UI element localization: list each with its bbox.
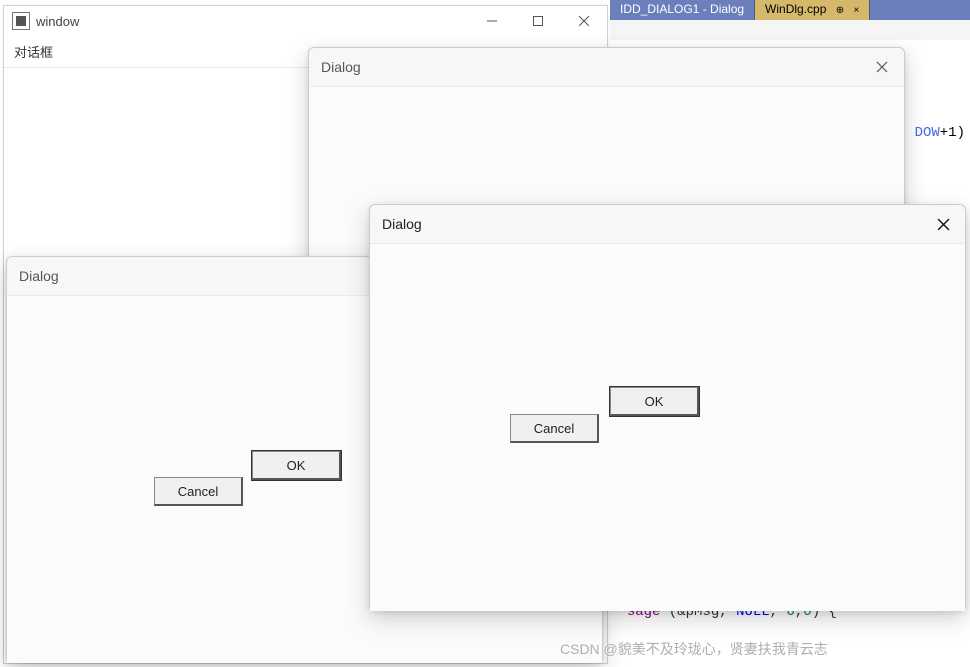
dialog-body: OK Cancel [370,244,965,611]
close-button[interactable] [561,6,607,36]
button-label: OK [645,394,664,409]
dialog-title: Dialog [19,268,59,284]
dialog-window-front: Dialog OK Cancel [369,204,966,611]
button-label: Cancel [534,421,574,436]
maximize-button[interactable] [515,6,561,36]
app-icon [12,12,30,30]
code-fragment: DOW+1) [915,125,965,141]
cancel-button[interactable]: Cancel [510,414,599,443]
button-label: OK [287,458,306,473]
ide-tab-label: IDD_DIALOG1 - Dialog [620,2,744,16]
main-window-title: window [36,14,79,29]
ide-tab-dialog[interactable]: IDD_DIALOG1 - Dialog [610,0,755,20]
dialog-titlebar[interactable]: Dialog [370,205,965,244]
close-icon[interactable]: × [853,5,859,16]
ide-tab-strip: IDD_DIALOG1 - Dialog WinDlg.cpp ⊕ × [610,0,970,20]
minimize-button[interactable] [469,6,515,36]
main-window-titlebar[interactable]: window [4,6,607,36]
ide-scope-bar: (全局范围) [610,20,970,41]
ok-button[interactable]: OK [252,451,341,480]
close-icon [937,218,950,231]
close-icon [579,16,589,26]
watermark-text: CSDN @貌美不及玲珑心，贤妻扶我青云志 [560,639,828,659]
ide-tab-label: WinDlg.cpp [765,2,826,16]
pin-icon[interactable]: ⊕ [836,5,844,16]
dialog-close-button[interactable] [921,205,965,243]
maximize-icon [533,16,543,26]
cancel-button[interactable]: Cancel [154,477,243,506]
dialog-titlebar[interactable]: Dialog [309,48,904,87]
button-label: Cancel [178,484,218,499]
ok-button[interactable]: OK [610,387,699,416]
dialog-title: Dialog [321,59,361,75]
dialog-title: Dialog [382,216,422,232]
dialog-close-button[interactable] [860,48,904,86]
close-icon [876,61,888,73]
ide-tab-source[interactable]: WinDlg.cpp ⊕ × [755,0,870,20]
minimize-icon [487,16,497,26]
